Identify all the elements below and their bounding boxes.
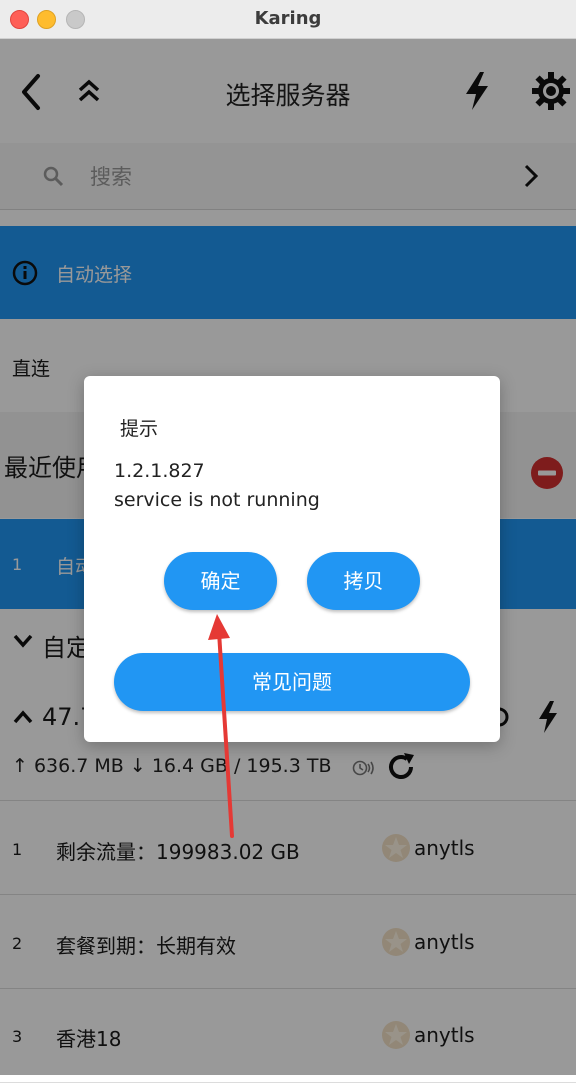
window-title: Karing xyxy=(254,8,322,29)
dialog-title: 提示 xyxy=(120,418,159,440)
ok-button[interactable]: 确定 xyxy=(164,552,277,610)
dialog-message: service is not running xyxy=(114,489,320,511)
copy-button[interactable]: 拷贝 xyxy=(307,552,420,610)
dialog-version: 1.2.1.827 xyxy=(114,460,205,482)
faq-button[interactable]: 常见问题 xyxy=(114,653,470,711)
